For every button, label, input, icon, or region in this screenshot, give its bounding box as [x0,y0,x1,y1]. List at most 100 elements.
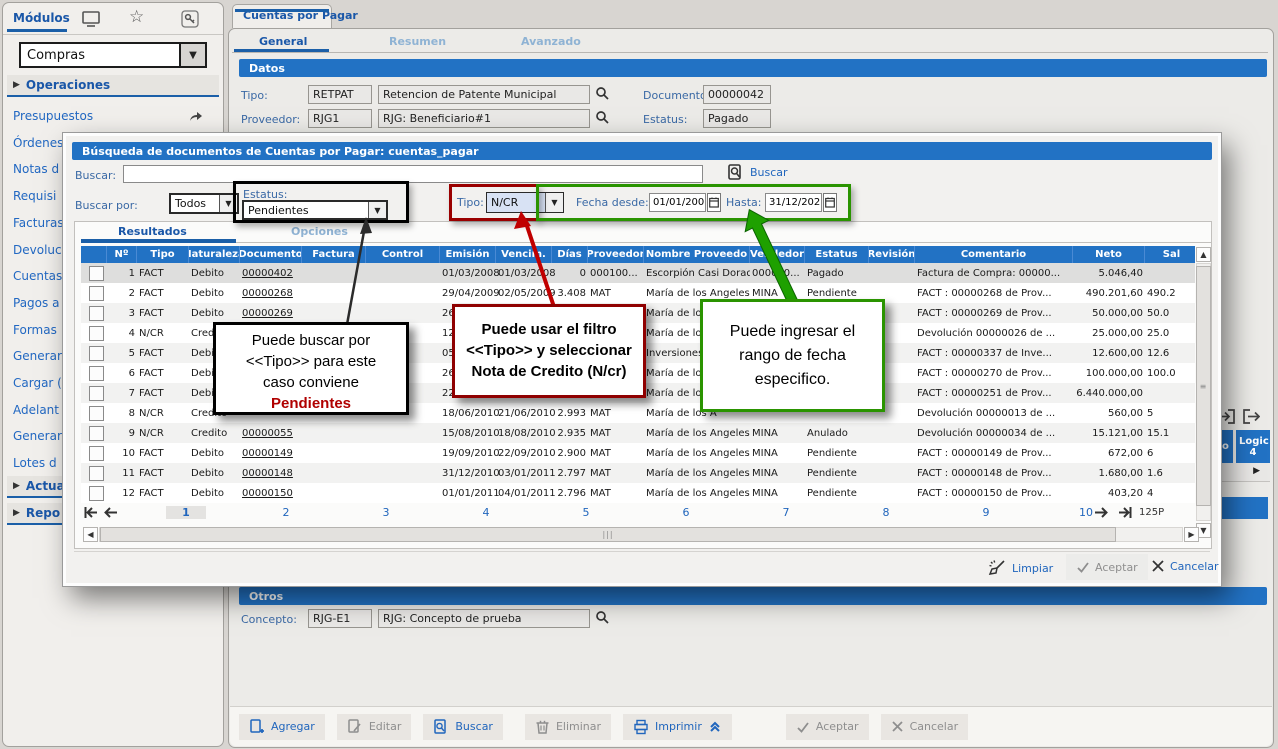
documento-link[interactable]: 00000268 [242,288,293,299]
eliminar-button[interactable]: Eliminar [525,714,611,740]
row-checkbox[interactable] [89,386,104,401]
page-number-5[interactable]: 5 [566,506,606,519]
dialog-cancelar-button[interactable]: Cancelar [1151,559,1219,573]
column-header-n[interactable]: Nº [107,246,137,263]
tipo-desc-field[interactable]: Retencion de Patente Municipal [378,85,590,104]
page-number-9[interactable]: 9 [966,506,1006,519]
play-icon[interactable]: ▶ [1253,466,1260,476]
column-header-fac[interactable]: Factura [302,246,366,263]
last-page-icon[interactable] [1117,505,1133,520]
column-header-vend[interactable]: Vendedor [750,246,805,263]
sidebar-section-operaciones[interactable]: ▶Operaciones [7,75,219,97]
page-number-3[interactable]: 3 [366,506,406,519]
row-checkbox[interactable] [89,306,104,321]
row-checkbox[interactable] [89,266,104,281]
column-header-tipo[interactable]: Tipo [137,246,189,263]
page-number-6[interactable]: 6 [666,506,706,519]
chevron-down-icon[interactable]: ▼ [179,44,205,66]
concepto-code-field[interactable]: RJG-E1 [308,609,372,628]
column-header-est[interactable]: Estatus [805,246,869,263]
dialog-aceptar-button[interactable]: Aceptar [1066,554,1148,580]
editar-button[interactable]: Editar [337,714,412,740]
tab-resumen[interactable]: Resumen [389,35,446,48]
module-select[interactable]: Compras ▼ [19,42,207,68]
column-header-rev[interactable]: Revisión [869,246,915,263]
row-checkbox[interactable] [89,486,104,501]
sidebar-tab-modulos[interactable]: Módulos [13,11,70,25]
vertical-scrollbar-thumb[interactable]: ≡ [1196,266,1211,506]
concepto-desc-field[interactable]: RJG: Concepto de prueba [378,609,590,628]
tab-avanzado[interactable]: Avanzado [521,35,581,48]
column-header-ctl[interactable]: Control [366,246,440,263]
column-header-nom[interactable]: Nombre Proveedo [644,246,750,263]
page-number-4[interactable]: 4 [466,506,506,519]
page-number-2[interactable]: 2 [266,506,306,519]
documento-link[interactable]: 00000149 [242,448,293,459]
row-checkbox[interactable] [89,346,104,361]
row-checkbox[interactable] [89,406,104,421]
jump-arrow-icon[interactable] [189,110,203,123]
star-icon[interactable]: ☆ [129,7,149,25]
column-header-venc[interactable]: Vencim. [496,246,552,263]
table-row[interactable]: 1FACTDebito0000040201/03/200801/03/20080… [81,263,1195,283]
search-icon[interactable] [595,110,610,125]
row-checkbox[interactable] [89,466,104,481]
documento-link[interactable]: 00000269 [242,308,293,319]
tab-opciones[interactable]: Opciones [291,225,348,238]
horizontal-scrollbar-thumb[interactable]: ||| [100,527,1116,542]
scroll-up-button[interactable]: ▲ [1196,247,1211,262]
buscar-button[interactable]: Buscar [423,714,503,740]
tipo-code-field[interactable]: RETPAT [308,85,372,104]
buscar-por-select[interactable]: Todos▼ [169,193,239,214]
aceptar-button[interactable]: Aceptar [786,714,869,740]
tab-general[interactable]: General [259,35,307,48]
table-row[interactable]: 11FACTDebito0000014831/12/201003/01/2011… [81,463,1195,483]
proveedor-code-field[interactable]: RJG1 [308,109,372,128]
column-header-neto[interactable]: Neto [1073,246,1145,263]
prev-page-icon[interactable] [103,505,119,520]
column-header-emi[interactable]: Emisión [440,246,496,263]
imprimir-button[interactable]: Imprimir [623,714,732,740]
search-input[interactable] [123,165,703,183]
first-page-icon[interactable] [83,505,99,520]
tab-resultados[interactable]: Resultados [118,225,187,238]
scroll-right-button[interactable]: ▶ [1184,527,1199,542]
dialog-search-button[interactable]: Buscar [728,163,788,181]
cancelar-button[interactable]: Cancelar [881,714,969,740]
table-row[interactable]: 2FACTDebito0000026829/04/200902/05/20093… [81,283,1195,303]
key-icon[interactable] [181,10,201,28]
sidebar-item-presupuestos[interactable]: Presupuestos [13,106,217,126]
window-tab-cuentas-por-pagar[interactable]: Cuentas por Pagar [232,4,332,28]
column-header-saldo[interactable]: Sal [1145,246,1195,263]
column-header-prov[interactable]: Proveedor [588,246,644,263]
documento-link[interactable]: 00000148 [242,468,293,479]
search-icon[interactable] [595,86,610,101]
search-icon[interactable] [595,610,610,625]
row-checkbox[interactable] [89,426,104,441]
row-checkbox[interactable] [89,286,104,301]
next-page-icon[interactable] [1093,505,1109,520]
documento-link[interactable]: 00000402 [242,268,293,279]
page-number-8[interactable]: 8 [866,506,906,519]
table-row[interactable]: 10FACTDebito0000014919/09/201022/09/2010… [81,443,1195,463]
row-checkbox[interactable] [89,326,104,341]
row-checkbox[interactable] [89,366,104,381]
table-row[interactable]: 9N/CRCredito0000005515/08/201018/08/2010… [81,423,1195,443]
page-number-1[interactable]: 1 [166,506,206,519]
documento-link[interactable]: 00000055 [242,428,293,439]
proveedor-desc-field[interactable]: RJG: Beneficiario#1 [378,109,590,128]
monitor-icon[interactable] [81,10,101,28]
column-header-doc[interactable]: Documento [240,246,302,263]
scroll-left-button[interactable]: ◀ [83,527,98,542]
export-icon[interactable] [1242,408,1260,425]
column-header-cb[interactable] [81,246,107,263]
documento-link[interactable]: 00000150 [242,488,293,499]
estatus-field[interactable]: Pagado [703,109,771,128]
limpiar-button[interactable]: Limpiar [988,559,1053,577]
column-header-nat[interactable]: Naturaleza [189,246,240,263]
page-number-7[interactable]: 7 [766,506,806,519]
table-row[interactable]: 12FACTDebito0000015001/01/201104/01/2011… [81,483,1195,503]
column-header-dias[interactable]: Días [552,246,588,263]
row-checkbox[interactable] [89,446,104,461]
documento-field[interactable]: 00000042 [703,85,771,104]
